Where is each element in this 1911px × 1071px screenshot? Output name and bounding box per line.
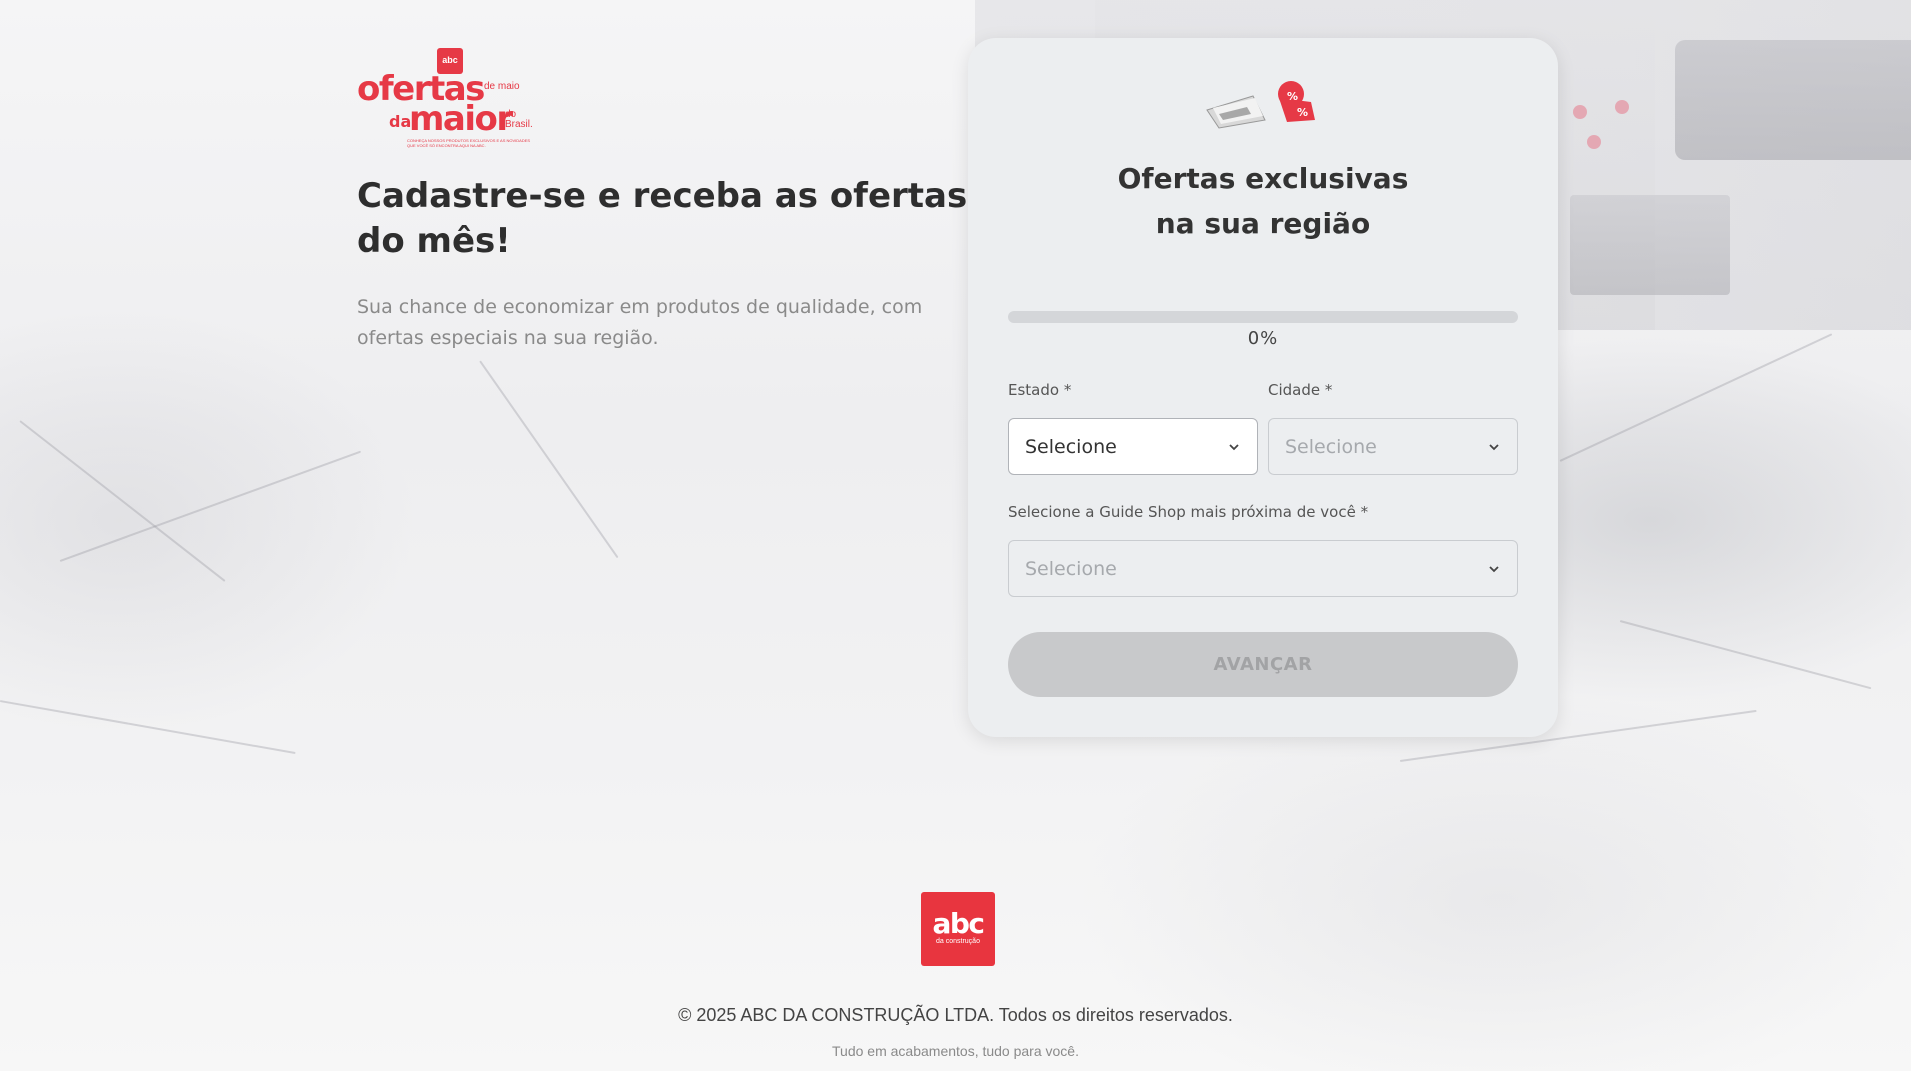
- guide-shop-select-placeholder: Selecione: [1025, 557, 1117, 580]
- progress-bar: [1008, 311, 1518, 323]
- estado-label: Estado *: [1008, 381, 1072, 399]
- guide-shop-select[interactable]: Selecione: [1008, 540, 1518, 597]
- estado-select-value: Selecione: [1025, 435, 1117, 458]
- marble-vein: [0, 700, 296, 755]
- cidade-label: Cidade *: [1268, 381, 1333, 399]
- logo-tagline: Conheça nossos produtos exclusivos e as …: [407, 138, 531, 148]
- abc-footer-logo: abc da construção: [921, 892, 995, 966]
- background-flower: [1615, 100, 1629, 114]
- background-flower: [1587, 135, 1601, 149]
- marble-vein: [1559, 333, 1833, 462]
- marble-vein: [59, 450, 362, 562]
- hero-title: Cadastre-se e receba as ofertas do mês!: [357, 176, 968, 261]
- estado-select[interactable]: Selecione: [1008, 418, 1258, 475]
- ofertas-maio-logo: abc ofertas de maio da maior do Brasil. …: [357, 46, 537, 152]
- catalog-discount-icon: % %: [1203, 76, 1323, 132]
- signup-card: % % Ofertas exclusivas na sua região 0% …: [968, 38, 1558, 737]
- chevron-down-icon: [1487, 562, 1501, 576]
- logo-line2: maior: [409, 99, 513, 139]
- footer-logo-main: abc: [932, 907, 985, 940]
- advance-button[interactable]: AVANÇAR: [1008, 632, 1518, 697]
- logo-line2-small: do Brasil.: [505, 109, 533, 130]
- chevron-down-icon: [1487, 440, 1501, 454]
- svg-text:%: %: [1297, 106, 1308, 119]
- footer-tagline: Tudo em acabamentos, tudo para você.: [832, 1043, 1079, 1059]
- card-title-line2: na sua região: [1155, 207, 1371, 240]
- marble-vein: [1619, 620, 1872, 690]
- logo-line1-small: de maio: [484, 81, 520, 92]
- background-sofa: [1675, 40, 1911, 160]
- guide-shop-label: Selecione a Guide Shop mais próxima de v…: [1008, 503, 1369, 521]
- copyright-text: © 2025 ABC DA CONSTRUÇÃO LTDA. Todos os …: [678, 1005, 1233, 1025]
- background-flower: [1573, 105, 1587, 119]
- svg-text:%: %: [1287, 90, 1298, 103]
- card-title: Ofertas exclusivas na sua região: [968, 156, 1558, 246]
- logo-line2-pre: da: [389, 112, 412, 131]
- hero-subtitle: Sua chance de economizar em produtos de …: [357, 296, 923, 349]
- marble-vein: [19, 420, 226, 582]
- chevron-down-icon: [1227, 440, 1241, 454]
- cidade-select-placeholder: Selecione: [1285, 435, 1377, 458]
- marble-vein: [479, 360, 619, 559]
- card-title-line1: Ofertas exclusivas: [1117, 162, 1409, 195]
- background-table: [1570, 195, 1730, 295]
- progress-label: 0%: [1247, 328, 1279, 349]
- cidade-select[interactable]: Selecione: [1268, 418, 1518, 475]
